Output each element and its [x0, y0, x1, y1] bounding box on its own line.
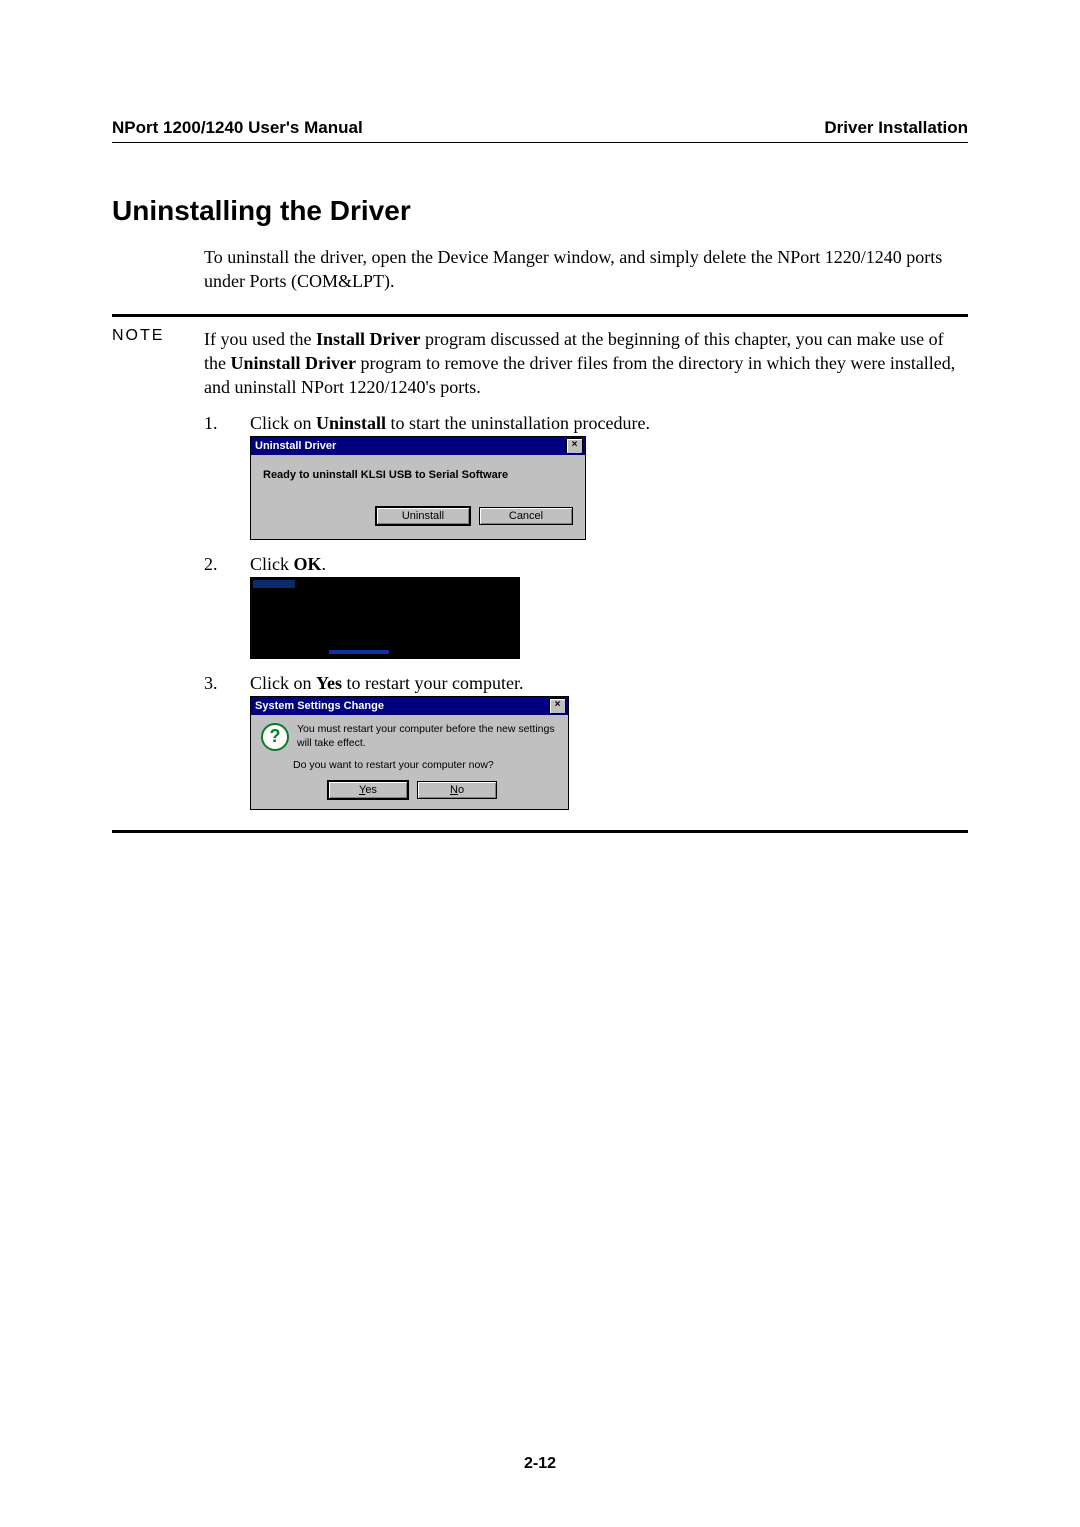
dialog-message: Ready to uninstall KLSI USB to Serial So…: [263, 469, 573, 481]
dialog-title: Uninstall Driver: [255, 440, 336, 452]
dialog-title: System Settings Change: [255, 700, 384, 712]
note-text: If you used the Install Driver program d…: [204, 327, 968, 400]
steps-list: 1. Click on Uninstall to start the unins…: [204, 413, 968, 810]
note-label: NOTE: [112, 327, 174, 345]
placeholder-segment: [329, 650, 389, 654]
intro-paragraph: To uninstall the driver, open the Device…: [204, 245, 968, 294]
dialog-titlebar: System Settings Change ×: [251, 697, 568, 715]
step-3-text: Click on Yes to restart your computer.: [250, 673, 968, 694]
page-header: NPort 1200/1240 User's Manual Driver Ins…: [112, 118, 968, 143]
uninstall-driver-dialog: Uninstall Driver × Ready to uninstall KL…: [250, 436, 586, 540]
note-box: NOTE If you used the Install Driver prog…: [112, 314, 968, 834]
page-number: 2-12: [0, 1455, 1080, 1473]
dialog-message-1: You must restart your computer before th…: [297, 723, 558, 749]
dialog-titlebar: Uninstall Driver ×: [251, 437, 585, 455]
close-icon[interactable]: ×: [549, 698, 566, 714]
step-1-text: Click on Uninstall to start the uninstal…: [250, 413, 968, 434]
ok-dialog-placeholder: [250, 577, 520, 659]
header-right: Driver Installation: [824, 118, 968, 138]
dialog-message-2: Do you want to restart your computer now…: [293, 759, 558, 771]
header-left: NPort 1200/1240 User's Manual: [112, 118, 363, 138]
close-icon[interactable]: ×: [566, 438, 583, 454]
no-button[interactable]: No: [417, 781, 497, 799]
cancel-button[interactable]: Cancel: [479, 507, 573, 525]
placeholder-segment: [253, 580, 295, 588]
question-icon: ?: [261, 723, 289, 751]
step-2: 2. Click OK.: [204, 554, 968, 659]
document-page: NPort 1200/1240 User's Manual Driver Ins…: [0, 0, 1080, 1527]
step-3: 3. Click on Yes to restart your computer…: [204, 673, 968, 810]
uninstall-button[interactable]: Uninstall: [376, 507, 470, 525]
system-settings-change-dialog: System Settings Change × ? You must rest…: [250, 696, 569, 810]
section-title: Uninstalling the Driver: [112, 195, 968, 227]
step-2-text: Click OK.: [250, 554, 968, 575]
step-1: 1. Click on Uninstall to start the unins…: [204, 413, 968, 540]
yes-button[interactable]: Yes: [328, 781, 408, 799]
